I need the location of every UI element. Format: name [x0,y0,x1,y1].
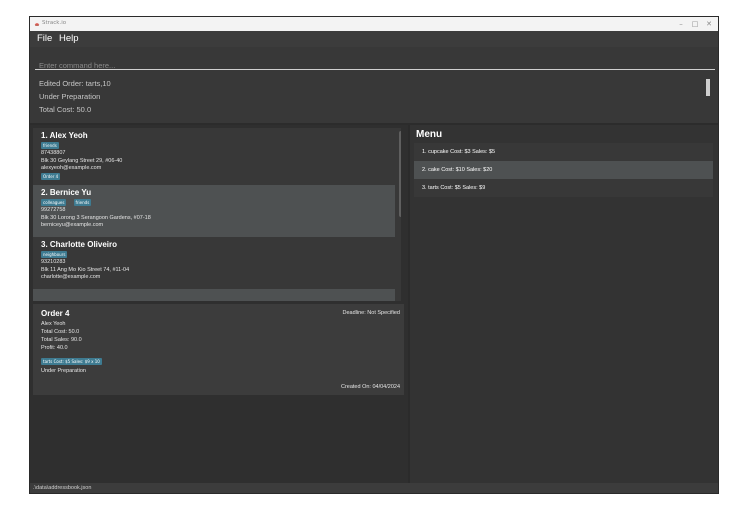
menu-help[interactable]: Help [59,33,79,44]
person-card[interactable]: 3. Charlotte Oliveiro neighbours 9321028… [33,237,395,289]
person-phone: 87438807 [41,150,66,156]
person-card[interactable]: 1. Alex Yeoh friends 87438807 Blk 30 Gey… [33,128,395,185]
order-total-cost: Total Cost: 50.0 [41,329,80,335]
person-tags: colleagues friends [41,199,395,207]
person-list: 1. Alex Yeoh friends 87438807 Blk 30 Gey… [33,128,401,301]
title-bar: Strack.io – □ ✕ [30,17,718,31]
left-pane: 1. Alex Yeoh friends 87438807 Blk 30 Gey… [30,125,408,483]
app-window: Strack.io – □ ✕ File Help Edited Order: … [29,16,719,494]
menu-pane: Menu 1. cupcake Cost: $3 Sales: $5 2. ca… [410,125,718,483]
person-address: Blk 30 Lorong 3 Serangoon Gardens, #07-1… [41,214,151,221]
person-name: 2. Bernice Yu [41,188,92,197]
status-bar: .\data\addressbook.json [30,483,718,493]
menu-file[interactable]: File [37,33,52,44]
app-logo-icon [34,23,40,26]
command-box [35,53,715,74]
order-created-date: Created On: 04/04/2024 [340,384,400,390]
order-title: Order 4 [41,309,70,318]
order-detail-panel: Order 4 Deadline: Not Specified Alex Yeo… [33,304,404,395]
person-email: berniceyu@example.com [41,222,104,228]
person-address: Blk 11 Ang Mo Kio Street 74, #11-04 [41,266,130,273]
result-line: Under Preparation [39,92,101,101]
result-line: Total Cost: 50.0 [39,105,92,114]
maximize-button[interactable]: □ [690,19,700,29]
person-email: alexyeoh@example.com [41,165,102,171]
window-title: Strack.io [42,20,67,26]
person-list-scrollbar[interactable] [399,131,401,217]
person-tags: friends [41,142,395,150]
result-display: Edited Order: tarts,10 Under Preparation… [30,73,718,123]
tag: colleagues [41,199,67,206]
order-status: Under Preparation [41,368,86,374]
order-deadline: Deadline: Not Specified [342,310,400,316]
person-card[interactable]: 2. Bernice Yu colleagues friends 9927275… [33,185,395,237]
person-email: charlotte@example.com [41,274,101,280]
person-card-partial[interactable] [33,289,395,301]
menu-item[interactable]: 2. cake Cost: $10 Sales: $20 [414,161,713,179]
result-line: Edited Order: tarts,10 [39,79,111,88]
person-name: 1. Alex Yeoh [41,131,88,140]
order-customer: Alex Yeoh [41,321,66,327]
menu-item[interactable]: 3. tarts Cost: $5 Sales: $9 [414,179,713,197]
tag: friends [73,199,92,206]
minimize-button[interactable]: – [676,19,686,29]
person-phone: 99272758 [41,207,66,213]
person-name: 3. Charlotte Oliveiro [41,240,118,249]
menu-bar: File Help [30,31,718,47]
menu-item[interactable]: 1. cupcake Cost: $3 Sales: $5 [414,143,713,161]
order-item-tag: tarts Cost: $5 Sales: $9 x 10 [41,358,102,365]
person-tags: neighbours [41,251,395,259]
order-tag: Order 4 [41,172,61,180]
close-button[interactable]: ✕ [704,19,714,29]
menu-title: Menu [416,129,443,140]
tag: neighbours [41,251,68,258]
person-address: Blk 30 Geylang Street 29, #06-40 [41,157,123,164]
person-phone: 93210283 [41,259,66,265]
order-profit: Profit: 40.0 [41,345,68,351]
data-file-path: .\data\addressbook.json [33,485,92,491]
result-scrollbar[interactable] [706,79,710,96]
tag: friends [41,142,59,149]
order-total-sales: Total Sales: 90.0 [41,337,82,343]
command-input[interactable] [35,57,715,74]
